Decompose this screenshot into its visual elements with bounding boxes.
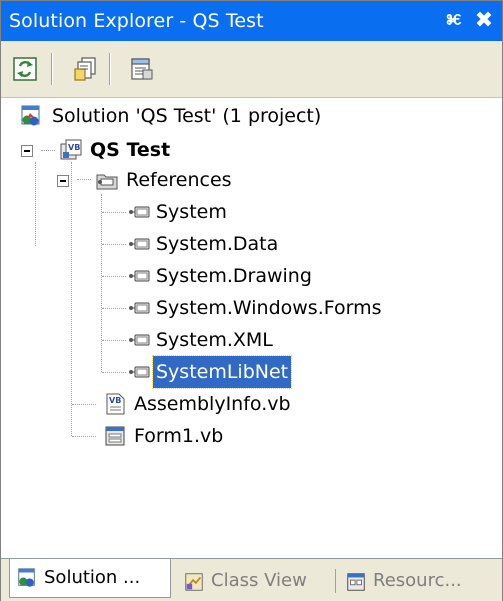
references-label: References xyxy=(126,169,232,191)
tree-node-reference[interactable]: System.Windows.Forms xyxy=(1,292,481,324)
tree-node-references[interactable]: References xyxy=(1,164,481,196)
vb-project-icon: VB xyxy=(60,139,82,160)
tree-node-reference[interactable]: System.Data xyxy=(1,228,481,260)
assembly-reference-icon xyxy=(129,206,150,218)
solution-label: Solution 'QS Test' (1 project) xyxy=(52,105,322,127)
vb-file-icon: VB xyxy=(106,393,125,415)
tree-node-reference[interactable]: System xyxy=(1,196,481,228)
show-all-files-icon xyxy=(74,57,96,81)
assembly-reference-icon xyxy=(129,302,150,314)
reference-label: System.Drawing xyxy=(156,265,312,287)
window-title: Solution Explorer - QS Test xyxy=(9,10,264,32)
toolbar-separator xyxy=(109,53,111,85)
file-label: Form1.vb xyxy=(134,425,224,447)
properties-icon xyxy=(131,58,153,80)
show-all-files-button[interactable] xyxy=(71,55,99,83)
tab-strip: Solution ... Class View Resourc... xyxy=(1,558,502,601)
assembly-reference-icon xyxy=(129,334,150,346)
assembly-reference-icon xyxy=(129,238,150,250)
tree-node-reference[interactable]: System.XML xyxy=(1,324,481,356)
toolbar-separator xyxy=(51,53,53,85)
tab-separator xyxy=(335,569,336,593)
resource-view-icon xyxy=(347,573,365,591)
reference-label: System.Windows.Forms xyxy=(156,297,382,319)
assembly-reference-icon xyxy=(129,270,150,282)
svg-text:VB: VB xyxy=(109,396,121,405)
file-label: AssemblyInfo.vb xyxy=(134,393,291,415)
reference-label: System xyxy=(156,201,227,223)
pin-icon[interactable]: ⱘ xyxy=(441,7,467,35)
tab-solution-explorer[interactable]: Solution ... xyxy=(9,559,171,598)
solution-icon xyxy=(21,105,40,126)
tree-node-file[interactable]: VB AssemblyInfo.vb xyxy=(1,388,481,420)
solution-tree[interactable]: Solution 'QS Test' (1 project) VB QS Tes… xyxy=(1,98,502,558)
tree-node-reference[interactable]: System.Drawing xyxy=(1,260,481,292)
reference-label: SystemLibNet xyxy=(151,355,293,389)
refresh-icon xyxy=(13,57,37,81)
properties-button[interactable] xyxy=(127,55,155,83)
references-folder-icon xyxy=(96,174,118,190)
title-bar[interactable]: Solution Explorer - QS Test ⱘ ✖ xyxy=(1,1,502,41)
class-view-icon xyxy=(185,573,203,591)
toolbar xyxy=(1,41,502,98)
tree-node-file[interactable]: Form1.vb xyxy=(1,420,481,452)
tab-label: Solution ... xyxy=(44,567,141,588)
form-file-icon xyxy=(105,426,125,446)
tree-node-reference-selected[interactable]: SystemLibNet xyxy=(1,355,481,389)
tab-resource-view[interactable]: Resourc... xyxy=(339,565,495,597)
refresh-button[interactable] xyxy=(11,55,39,83)
solution-explorer-window: Solution Explorer - QS Test ⱘ ✖ Solution… xyxy=(0,0,503,601)
project-label: QS Test xyxy=(90,139,171,161)
tab-label: Class View xyxy=(211,570,307,591)
reference-label: System.Data xyxy=(156,233,279,255)
tree-node-project[interactable]: VB QS Test xyxy=(1,134,481,166)
tab-class-view[interactable]: Class View xyxy=(177,565,325,597)
collapse-project-icon[interactable] xyxy=(21,145,33,157)
solution-explorer-icon xyxy=(18,568,35,587)
assembly-reference-icon xyxy=(129,366,150,378)
reference-label: System.XML xyxy=(156,329,273,351)
tree-node-solution[interactable]: Solution 'QS Test' (1 project) xyxy=(1,100,481,132)
tab-label: Resourc... xyxy=(373,570,462,591)
close-icon[interactable]: ✖ xyxy=(471,7,497,35)
collapse-references-icon[interactable] xyxy=(57,175,69,187)
svg-text:VB: VB xyxy=(68,143,80,152)
